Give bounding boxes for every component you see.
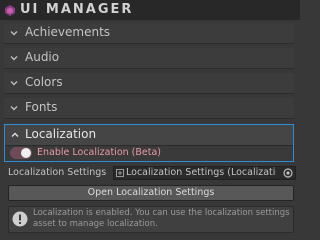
localization-settings-value: Localization Settings (Localization Se: [126, 167, 276, 178]
window-title: UI MANAGER: [20, 2, 134, 17]
chevron-up-icon: [11, 132, 19, 137]
info-message: Localization is enabled. You can use the…: [33, 208, 290, 229]
section-label: Colors: [25, 75, 63, 89]
enable-localization-label: Enable Localization (Beta): [37, 147, 161, 158]
chevron-down-icon: [10, 81, 18, 86]
section-label: Audio: [25, 50, 60, 64]
section-label: Fonts: [25, 100, 58, 114]
chevron-down-icon: [10, 106, 18, 111]
info-helpbox: Localization is enabled. You can use the…: [8, 206, 294, 233]
window-header: UI MANAGER: [0, 0, 300, 20]
section-label: Achievements: [25, 25, 111, 39]
toggle-knob: [21, 148, 31, 158]
localization-settings-field[interactable]: Localization Settings (Localization Se: [113, 166, 296, 180]
enable-localization-toggle[interactable]: [10, 147, 32, 159]
open-localization-settings-button[interactable]: Open Localization Settings: [8, 185, 294, 201]
localization-settings-label: Localization Settings: [8, 167, 107, 178]
section-fonts[interactable]: Fonts: [4, 98, 294, 119]
section-localization: Localization Enable Localization (Beta): [4, 124, 294, 162]
section-audio[interactable]: Audio: [4, 48, 294, 69]
scriptable-object-icon: [116, 169, 124, 177]
enable-localization-row: Enable Localization (Beta): [5, 146, 293, 161]
localization-header[interactable]: Localization: [5, 125, 293, 146]
section-achievements[interactable]: Achievements: [4, 23, 294, 44]
localization-settings-row: Localization Settings Localization Setti…: [8, 166, 296, 181]
chevron-down-icon: [10, 31, 18, 36]
object-picker-icon[interactable]: [283, 168, 293, 178]
info-icon: [12, 211, 28, 227]
section-label: Localization: [25, 127, 97, 141]
chevron-down-icon: [10, 56, 18, 61]
ui-manager-logo-icon: [5, 5, 15, 16]
section-colors[interactable]: Colors: [4, 73, 294, 94]
